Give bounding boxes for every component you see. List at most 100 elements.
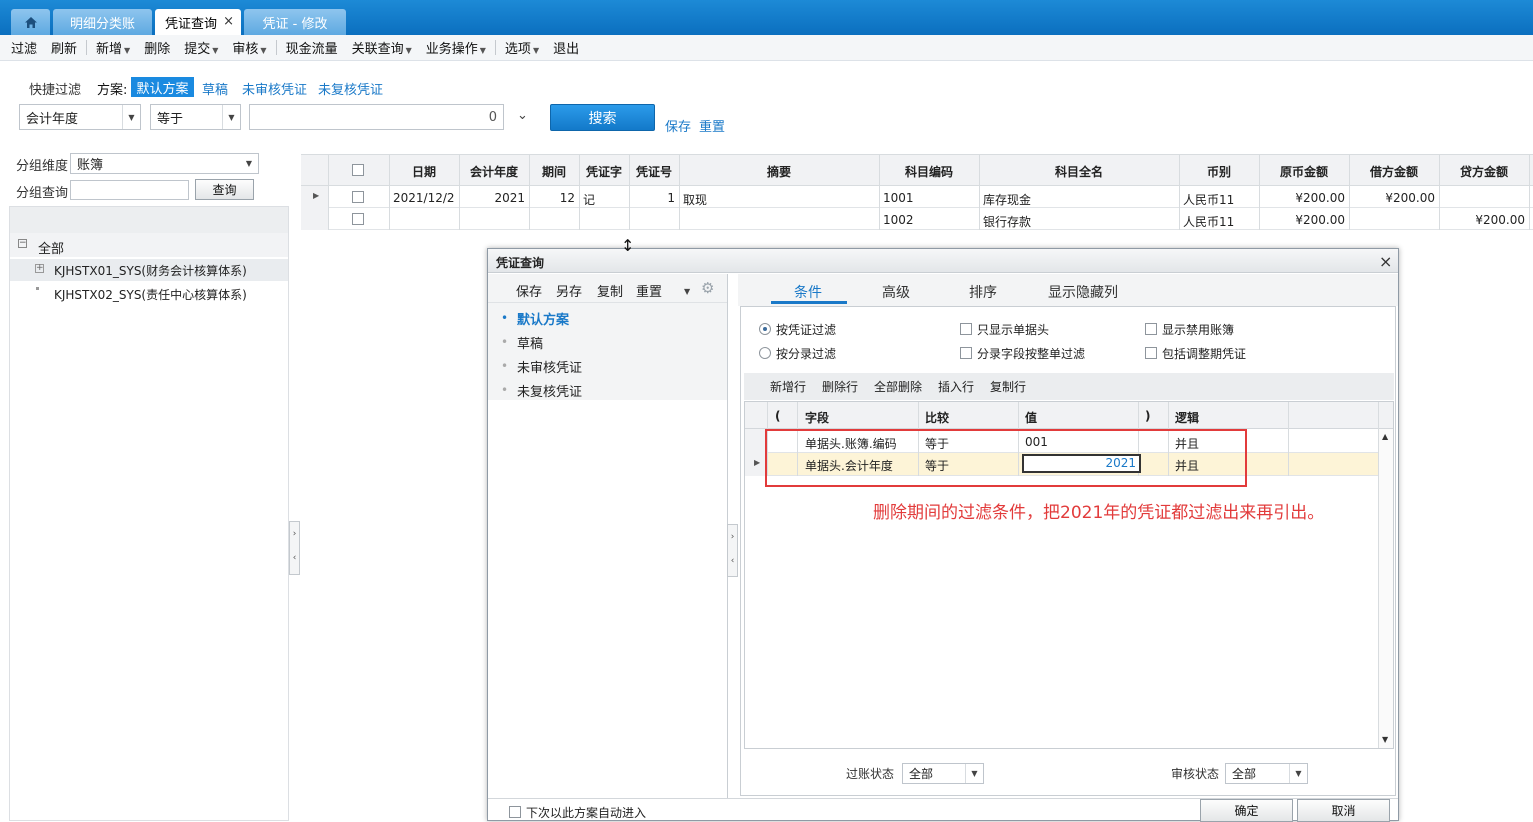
- group-query-input[interactable]: [70, 180, 189, 200]
- tree-root[interactable]: 全部: [38, 238, 64, 257]
- insert-row-button[interactable]: 插入行: [938, 378, 974, 395]
- column-header[interactable]: 贷方金额: [1439, 163, 1529, 180]
- dlg-scheme-item[interactable]: 默认方案: [517, 309, 569, 328]
- submit-menu[interactable]: 提交 ▼: [177, 38, 225, 57]
- audit-menu[interactable]: 审核 ▼: [225, 38, 273, 57]
- tab-conditions[interactable]: 条件: [794, 282, 822, 302]
- filter-button[interactable]: 过滤: [4, 38, 44, 57]
- scheme-default[interactable]: 默认方案: [131, 77, 194, 97]
- delete-button[interactable]: 删除: [137, 38, 177, 57]
- tree-item[interactable]: KJHSTX01_SYS(财务会计核算体系): [54, 262, 247, 279]
- column-header[interactable]: 原币金额: [1259, 163, 1349, 180]
- entry-whole-checkbox[interactable]: [960, 347, 972, 359]
- filter-by-entry-radio[interactable]: [759, 347, 771, 359]
- filter-value-input[interactable]: 0: [249, 104, 504, 130]
- auto-enter-checkbox[interactable]: [509, 806, 521, 818]
- dlg-scheme-item[interactable]: 草稿: [517, 333, 543, 352]
- add-row-button[interactable]: 新增行: [770, 378, 806, 395]
- grid-cell-cur[interactable]: 人民币11: [1183, 191, 1255, 208]
- new-menu[interactable]: 新增 ▼: [89, 38, 137, 57]
- tab-advanced[interactable]: 高级: [882, 282, 910, 302]
- related-query-menu[interactable]: 关联查询 ▼: [345, 38, 419, 57]
- column-header[interactable]: 借方金额: [1349, 163, 1439, 180]
- cashflow-button[interactable]: 现金流量: [279, 38, 345, 57]
- audit-status-select[interactable]: 全部 ▼: [1225, 763, 1308, 784]
- dlg-scheme-item[interactable]: 未复核凭证: [517, 381, 582, 400]
- splitter-toggle[interactable]: › ‹: [727, 524, 738, 577]
- tab-voucher-query[interactable]: 凭证查询 ×: [155, 9, 241, 35]
- tab-home[interactable]: [11, 9, 50, 35]
- grid-cell-name[interactable]: 银行存款: [983, 213, 1175, 230]
- scrollbar[interactable]: ▲ ▼: [1379, 429, 1393, 748]
- save-scheme-link[interactable]: 保存: [665, 116, 691, 135]
- grid-cell-orig[interactable]: ¥200.00: [1263, 213, 1345, 227]
- double-chevron-down-icon[interactable]: ⌄: [517, 108, 528, 123]
- dlg-reset-button[interactable]: 重置: [636, 281, 662, 300]
- grid-cell-debit[interactable]: ¥200.00: [1353, 191, 1435, 205]
- close-icon[interactable]: ×: [1379, 252, 1392, 271]
- copy-row-button[interactable]: 复制行: [990, 378, 1026, 395]
- grid-cell-summary[interactable]: 取现: [683, 191, 875, 208]
- gear-icon[interactable]: ⚙: [701, 279, 714, 297]
- grid-cell-date[interactable]: 2021/12/29: [393, 191, 455, 205]
- exit-button[interactable]: 退出: [546, 38, 586, 57]
- post-status-select[interactable]: 全部 ▼: [902, 763, 984, 784]
- tab-ledger[interactable]: 明细分类账: [53, 9, 152, 35]
- close-icon[interactable]: ×: [223, 14, 234, 29]
- expand-icon[interactable]: +: [35, 264, 44, 273]
- splitter-toggle[interactable]: › ‹: [289, 521, 300, 575]
- scroll-down-icon[interactable]: ▼: [1382, 735, 1388, 744]
- column-header[interactable]: 会计年度: [459, 163, 529, 180]
- scheme-unreviewed[interactable]: 未复核凭证: [318, 79, 383, 98]
- column-header[interactable]: 凭证号: [629, 163, 679, 180]
- column-header[interactable]: 凭证字: [579, 163, 629, 180]
- grid-cell-num[interactable]: 1: [633, 191, 675, 205]
- tab-voucher-edit[interactable]: 凭证 - 修改: [244, 9, 346, 35]
- scheme-unaudited[interactable]: 未审核凭证: [242, 79, 307, 98]
- column-header[interactable]: 币别: [1179, 163, 1259, 180]
- grid-cell-cur[interactable]: 人民币11: [1183, 213, 1255, 230]
- filter-by-voucher-radio[interactable]: [759, 323, 771, 335]
- tab-columns[interactable]: 显示隐藏列: [1048, 282, 1118, 302]
- dlg-scheme-item[interactable]: 未审核凭证: [517, 357, 582, 376]
- cancel-button[interactable]: 取消: [1297, 799, 1390, 822]
- column-header[interactable]: 摘要: [679, 163, 879, 180]
- grid-cell-year[interactable]: 2021: [463, 191, 525, 205]
- business-ops-menu[interactable]: 业务操作 ▼: [419, 38, 493, 57]
- row-checkbox[interactable]: [352, 191, 364, 203]
- grid-cell-period[interactable]: 12: [533, 191, 575, 205]
- dlg-save-button[interactable]: 保存: [516, 281, 542, 300]
- ok-button[interactable]: 确定: [1200, 799, 1293, 822]
- tab-sort[interactable]: 排序: [969, 282, 997, 302]
- caret-down-icon[interactable]: ▼: [684, 287, 690, 296]
- include-adjust-checkbox[interactable]: [1145, 347, 1157, 359]
- filter-operator-select[interactable]: 等于 ▼: [150, 104, 241, 130]
- show-disabled-checkbox[interactable]: [1145, 323, 1157, 335]
- search-button[interactable]: 搜索: [550, 104, 655, 131]
- column-header[interactable]: 科目编码: [879, 163, 979, 180]
- filter-field-select[interactable]: 会计年度 ▼: [19, 104, 141, 130]
- grid-cell-orig[interactable]: ¥200.00: [1263, 191, 1345, 205]
- column-header[interactable]: 期间: [529, 163, 579, 180]
- row-checkbox[interactable]: [352, 213, 364, 225]
- header-only-checkbox[interactable]: [960, 323, 972, 335]
- grid-cell-word[interactable]: 记: [583, 191, 625, 208]
- grid-cell-code[interactable]: 1001: [883, 191, 975, 205]
- group-dim-select[interactable]: 账簿 ▼: [70, 153, 259, 174]
- dlg-copy-button[interactable]: 复制: [597, 281, 623, 300]
- refresh-button[interactable]: 刷新: [44, 38, 84, 57]
- column-header[interactable]: 日期: [389, 163, 459, 180]
- scheme-draft[interactable]: 草稿: [202, 79, 228, 98]
- grid-cell-name[interactable]: 库存现金: [983, 191, 1175, 208]
- options-menu[interactable]: 选项 ▼: [498, 38, 546, 57]
- collapse-icon[interactable]: −: [18, 239, 27, 248]
- reset-link[interactable]: 重置: [699, 116, 725, 135]
- dlg-saveas-button[interactable]: 另存: [556, 281, 582, 300]
- scroll-up-icon[interactable]: ▲: [1382, 432, 1388, 441]
- delete-row-button[interactable]: 删除行: [822, 378, 858, 395]
- group-query-button[interactable]: 查询: [195, 179, 254, 200]
- column-header[interactable]: 科目全名: [979, 163, 1179, 180]
- select-all-checkbox[interactable]: [352, 164, 364, 176]
- grid-cell-credit[interactable]: ¥200.00: [1443, 213, 1525, 227]
- grid-cell-code[interactable]: 1002: [883, 213, 975, 227]
